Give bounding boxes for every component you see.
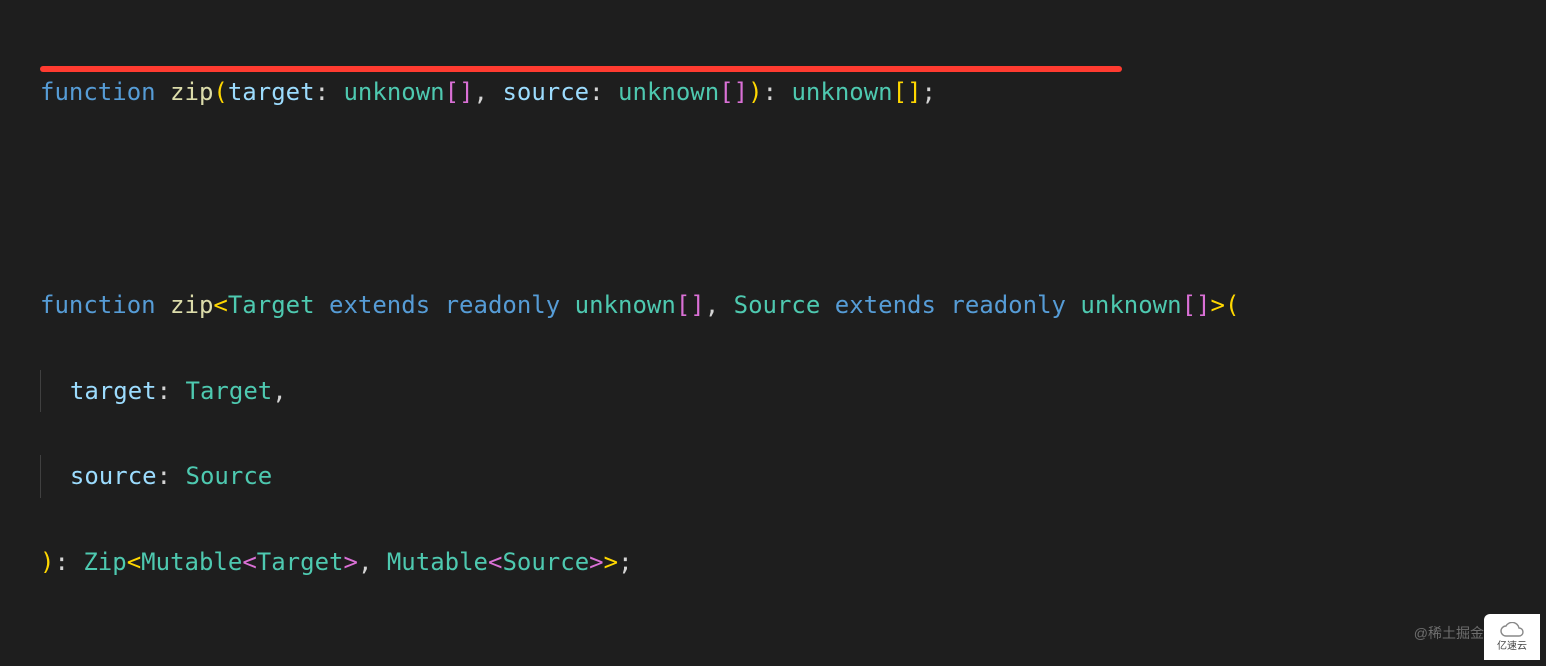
logo-badge: 亿速云 [1484,614,1540,660]
code-line: source: Source [40,455,1506,498]
code-line: function zip(target: unknown[], source: … [40,71,1506,114]
code-line: ): Zip<Mutable<Target>, Mutable<Source>>… [40,541,1506,584]
blank-line [40,199,1506,242]
blank-line [40,626,1506,666]
type-unknown: unknown [343,78,444,106]
code-line: function zip<Target extends readonly unk… [40,284,1506,327]
cloud-icon [1498,622,1526,638]
watermark-text: @稀土掘金 [1414,623,1484,643]
param-source: source [502,78,589,106]
fn-name: zip [170,78,213,106]
param-target: target [228,78,315,106]
paren-open: ( [213,78,227,106]
error-underline [40,66,1122,72]
keyword-function: function [40,78,156,106]
logo-text: 亿速云 [1497,641,1527,652]
paren-close: ) [748,78,762,106]
code-editor: function zip(target: unknown[], source: … [0,0,1546,666]
code-line: target: Target, [40,370,1506,413]
